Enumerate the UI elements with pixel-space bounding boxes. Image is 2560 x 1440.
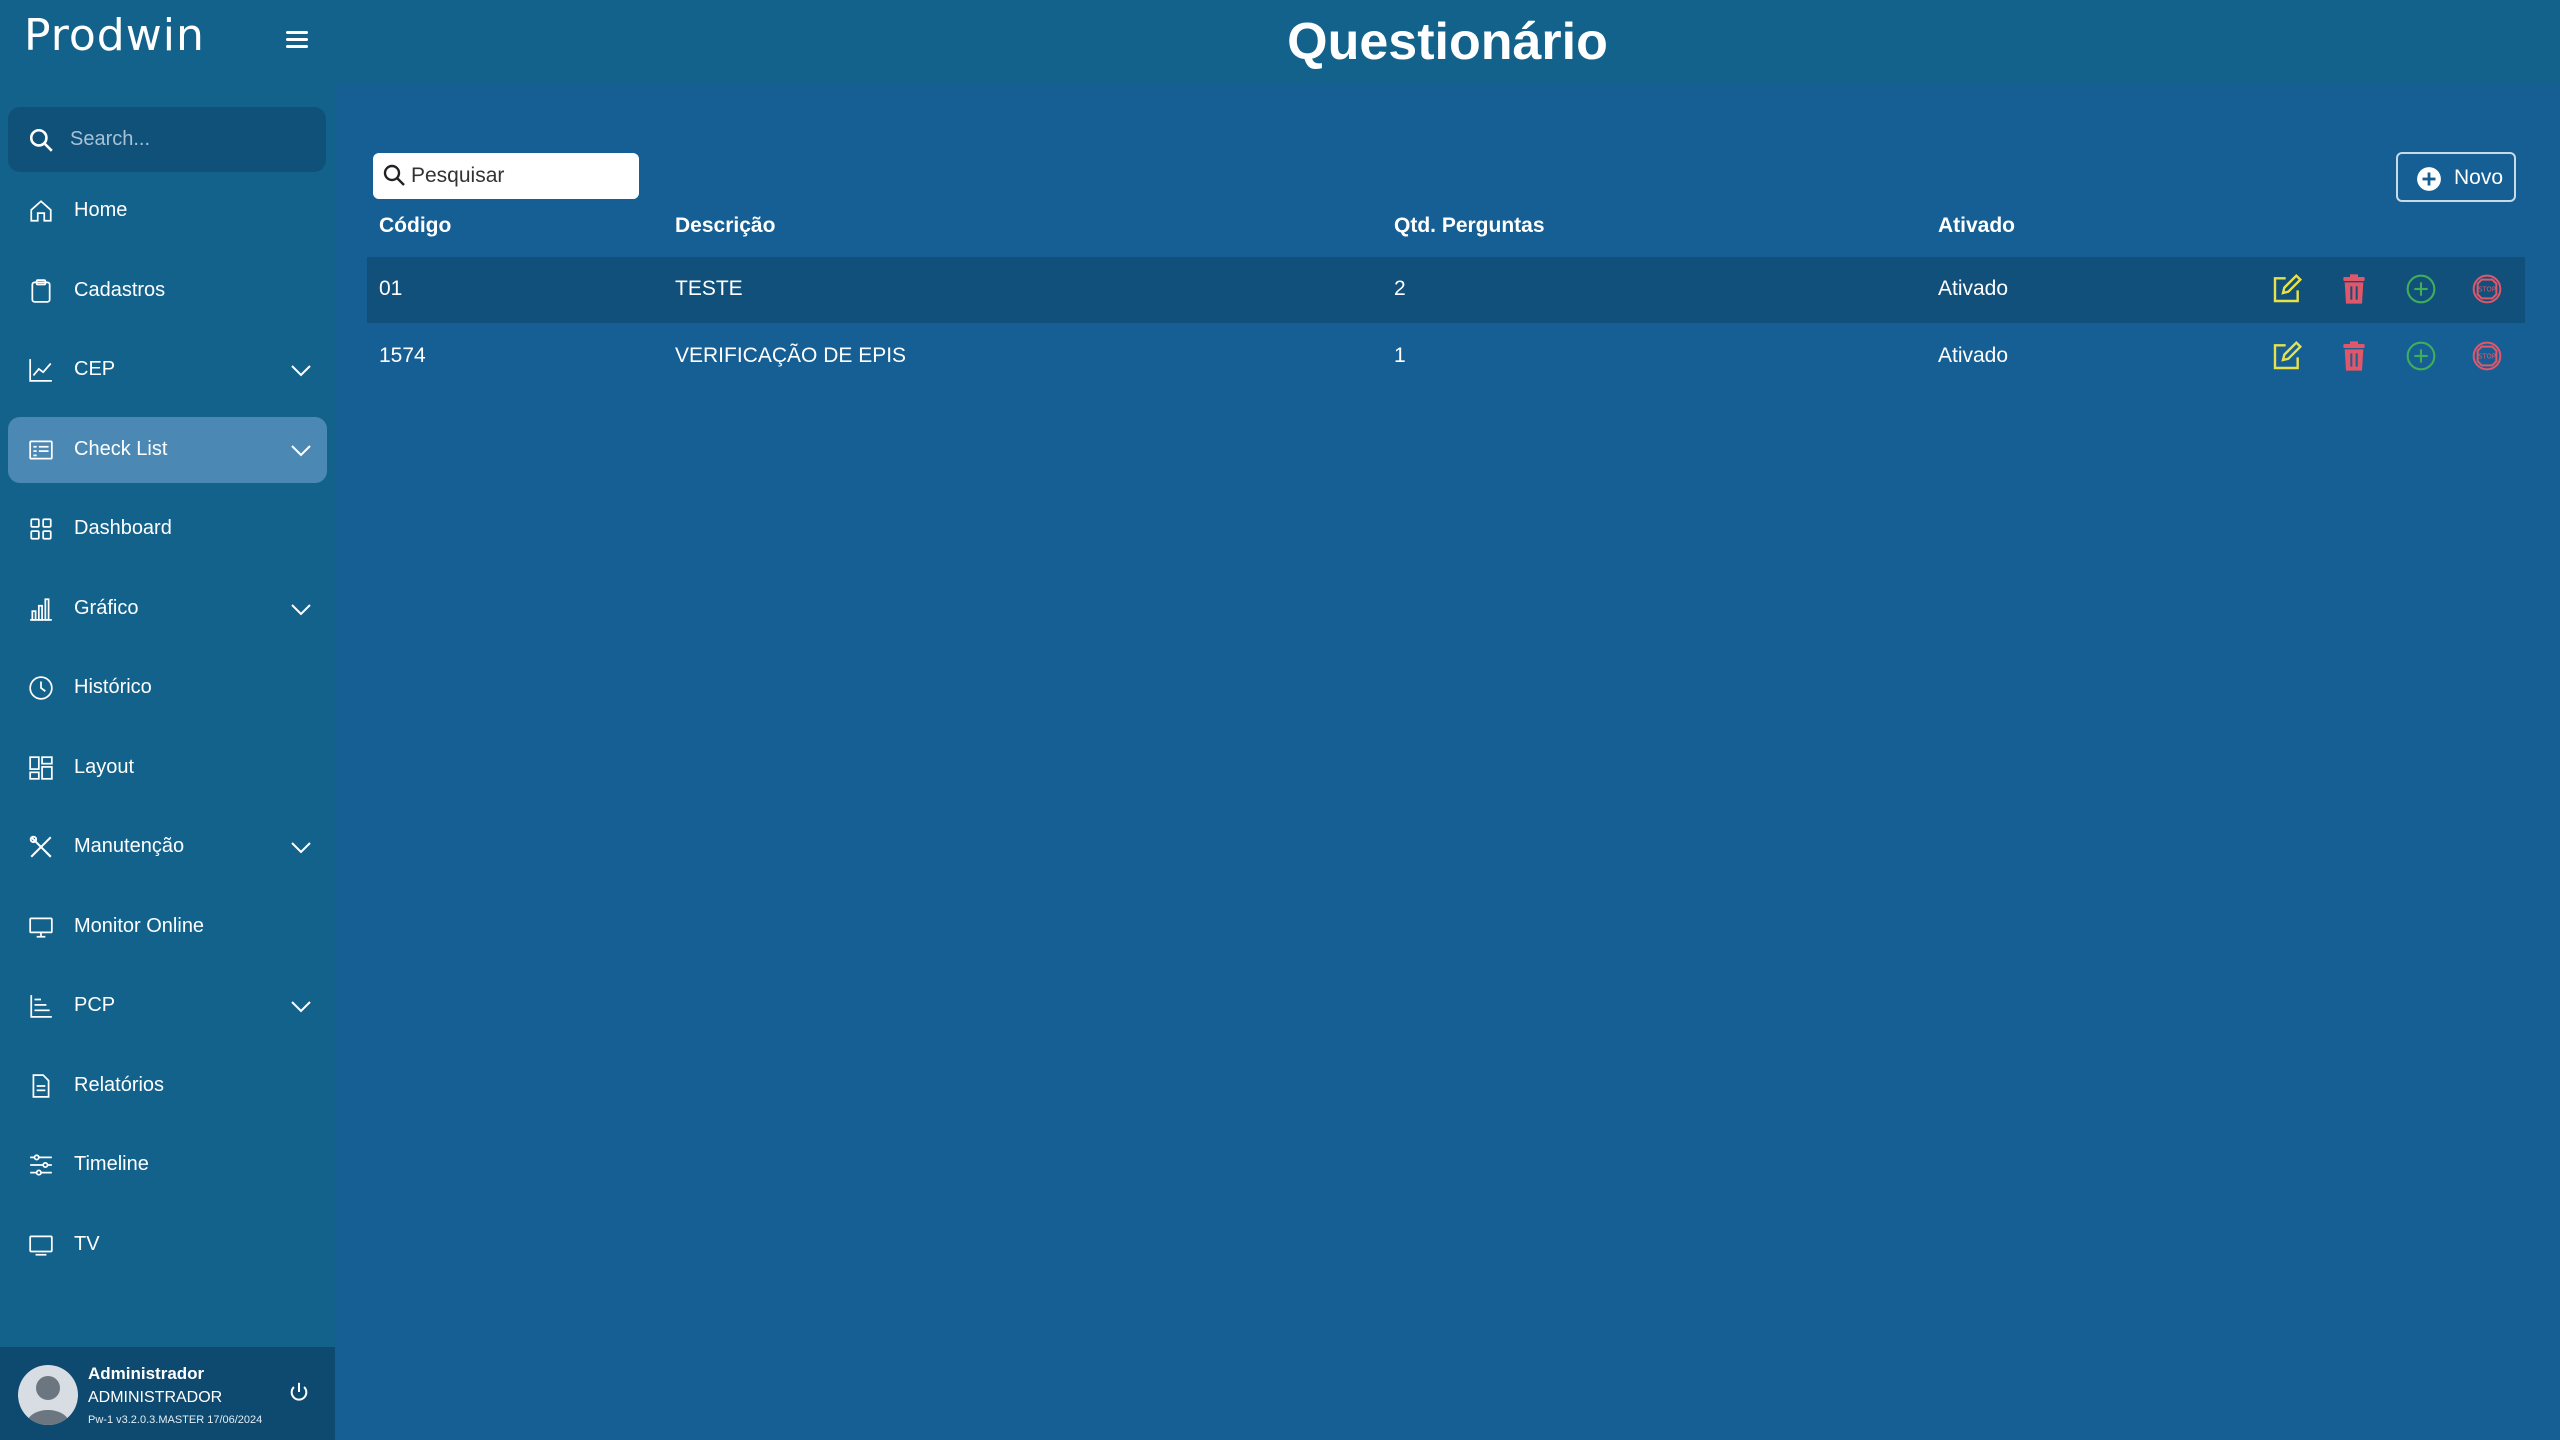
cell-codigo: 1574 — [379, 344, 426, 367]
bar-chart-icon — [30, 597, 52, 621]
tools-icon — [29, 835, 52, 858]
user-name: Administrador — [88, 1364, 205, 1383]
table-row[interactable]: 01 TESTE 2 Ativado STOP — [367, 257, 2525, 323]
add-circle-icon — [2417, 167, 2441, 191]
sidebar-item-layout[interactable]: Layout — [8, 735, 327, 801]
sidebar-item-label: Relatórios — [74, 1073, 165, 1096]
clock-icon — [29, 676, 53, 700]
sidebar-item-label: Histórico — [74, 676, 152, 698]
sidebar-item-tv[interactable]: TV — [8, 1212, 327, 1278]
column-header-descricao[interactable]: Descrição — [675, 214, 775, 238]
tv-icon — [29, 1234, 53, 1256]
sidebar-item-label: Monitor Online — [74, 914, 205, 937]
sidebar-item-home[interactable]: Home — [8, 178, 327, 244]
home-icon — [30, 200, 52, 222]
sidebar-item-historico[interactable]: Histórico — [8, 655, 327, 721]
monitor-icon — [29, 916, 53, 938]
sidebar-item-manutencao[interactable]: Manutenção — [8, 814, 327, 880]
sidebar: Prodwin Home Cadastros CEP Check List — [0, 0, 335, 1440]
sidebar-item-label: Layout — [74, 755, 135, 778]
new-button-label: Novo — [2454, 166, 2504, 189]
page-title: Questionário — [1287, 13, 1608, 71]
stop-icon[interactable]: STOP — [2471, 273, 2503, 305]
cell-ativado: Ativado — [1938, 277, 2009, 300]
sidebar-search — [8, 107, 326, 172]
table-search-input[interactable] — [411, 159, 631, 193]
new-button[interactable]: Novo — [2396, 152, 2516, 202]
brand-logo: Prodwin — [24, 10, 205, 61]
sidebar-item-monitor-online[interactable]: Monitor Online — [8, 894, 327, 960]
grid-icon — [30, 518, 52, 540]
add-circle-icon[interactable] — [2405, 340, 2437, 372]
sidebar-item-label: Check List — [74, 437, 168, 460]
hamburger-menu-icon[interactable] — [286, 28, 312, 50]
chevron-down-icon[interactable] — [289, 835, 313, 859]
sidebar-item-grafico[interactable]: Gráfico — [8, 576, 327, 642]
sidebar-item-label: Gráfico — [74, 596, 139, 619]
cell-codigo: 01 — [379, 277, 403, 300]
sidebar-item-cadastros[interactable]: Cadastros — [8, 258, 327, 324]
sidebar-nav: Home Cadastros CEP Check List Dashboard … — [0, 178, 335, 1291]
sidebar-item-label: CEP — [74, 358, 116, 380]
layout-icon — [29, 755, 53, 780]
sidebar-item-dashboard[interactable]: Dashboard — [8, 496, 327, 562]
sidebar-item-label: PCP — [74, 994, 116, 1016]
table-row[interactable]: 1574 VERIFICAÇÃO DE EPIS 1 Ativado STOP — [367, 324, 2525, 390]
sidebar-item-relatorios[interactable]: Relatórios — [8, 1053, 327, 1119]
clipboard-icon — [31, 278, 51, 303]
user-panel: Administrador ADMINISTRADOR Pw-1 v3.2.0.… — [0, 1347, 335, 1440]
checklist-icon — [29, 439, 53, 460]
chevron-down-icon[interactable] — [289, 438, 313, 462]
cell-ativado: Ativado — [1938, 344, 2009, 367]
app-version: Pw-1 v3.2.0.3.MASTER 17/06/2024 — [88, 1414, 263, 1426]
user-role: ADMINISTRADOR — [88, 1389, 223, 1406]
edit-icon[interactable] — [2271, 273, 2303, 305]
main-content: Novo Código Descrição Qtd. Perguntas Ati… — [335, 84, 2560, 1440]
trash-icon[interactable] — [2338, 273, 2370, 305]
line-chart-icon — [29, 359, 52, 382]
column-header-qtd-perguntas[interactable]: Qtd. Perguntas — [1394, 214, 1545, 238]
column-header-codigo[interactable]: Código — [379, 214, 451, 238]
stop-icon[interactable]: STOP — [2471, 340, 2503, 372]
column-header-ativado[interactable]: Ativado — [1938, 214, 2015, 238]
svg-text:STOP: STOP — [2478, 353, 2496, 361]
sidebar-item-label: Dashboard — [74, 517, 172, 539]
avatar — [18, 1365, 78, 1425]
sidebar-item-pcp[interactable]: PCP — [8, 973, 327, 1039]
edit-icon[interactable] — [2271, 340, 2303, 372]
sidebar-item-label: Home — [74, 199, 128, 221]
sidebar-search-input[interactable] — [70, 121, 310, 157]
sidebar-item-timeline[interactable]: Timeline — [8, 1132, 327, 1198]
search-icon — [29, 128, 53, 152]
chevron-down-icon[interactable] — [289, 358, 313, 382]
cell-descricao: TESTE — [675, 277, 743, 300]
cell-qtd-perguntas: 1 — [1394, 344, 1406, 367]
cell-descricao: VERIFICAÇÃO DE EPIS — [675, 344, 907, 367]
power-icon[interactable] — [288, 1381, 310, 1403]
document-icon — [32, 1073, 50, 1098]
logo-row: Prodwin — [0, 0, 335, 84]
sidebar-item-label: Cadastros — [74, 278, 166, 301]
search-icon — [383, 164, 405, 186]
sidebar-item-label: Timeline — [74, 1153, 149, 1175]
sidebar-item-label: TV — [74, 1232, 100, 1255]
pcp-icon — [30, 995, 52, 1018]
sliders-icon — [30, 1154, 52, 1176]
sidebar-item-cep[interactable]: CEP — [8, 337, 327, 403]
chevron-down-icon[interactable] — [289, 994, 313, 1018]
page-header: Questionário — [335, 0, 2560, 84]
cell-qtd-perguntas: 2 — [1394, 277, 1406, 300]
trash-icon[interactable] — [2338, 340, 2370, 372]
sidebar-item-label: Manutenção — [74, 835, 185, 857]
chevron-down-icon[interactable] — [289, 597, 313, 621]
user-avatar-icon — [26, 1376, 70, 1425]
svg-text:STOP: STOP — [2478, 286, 2496, 294]
table-search — [373, 153, 639, 199]
sidebar-item-check-list[interactable]: Check List — [8, 416, 327, 483]
add-circle-icon[interactable] — [2405, 273, 2437, 305]
